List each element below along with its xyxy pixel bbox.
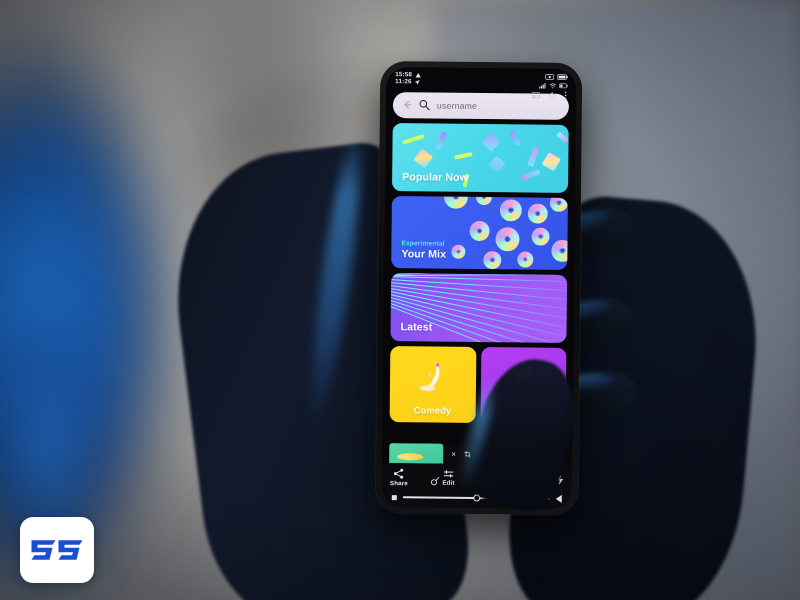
location-arrow-icon xyxy=(415,80,421,86)
card-comedy[interactable]: Comedy xyxy=(389,345,476,423)
search-icon-small xyxy=(431,477,440,486)
warning-triangle-icon xyxy=(415,73,421,79)
status-time-secondary: 11:26 xyxy=(395,78,412,86)
tool-edit[interactable]: Edit xyxy=(430,470,455,487)
overflow-menu-icon[interactable] xyxy=(564,91,567,100)
alarm-icon xyxy=(545,74,555,80)
status-bar: 15:58 11:26 xyxy=(386,67,576,90)
photo-scene: 15:58 11:26 username Popular Now Experim… xyxy=(0,0,800,600)
tool-label: Share xyxy=(389,480,408,488)
editor-thumbnail-green[interactable] xyxy=(389,443,444,464)
banana-illustration-icon xyxy=(419,363,440,391)
status-bar-right xyxy=(538,74,569,89)
signal-bars-icon xyxy=(538,82,546,89)
play-left-triangle-icon[interactable] xyxy=(555,494,562,503)
back-arrow-icon[interactable] xyxy=(403,100,412,109)
tool-label: Edit xyxy=(442,479,455,487)
card-your-mix[interactable]: Experimental Your Mix xyxy=(391,195,568,270)
wifi-icon xyxy=(549,83,556,88)
card-title: Popular Now xyxy=(402,170,469,184)
gs-logo-icon xyxy=(31,540,83,560)
battery-icon-top xyxy=(557,74,568,80)
search-icon xyxy=(419,99,430,111)
card-latest[interactable]: Latest xyxy=(390,272,568,343)
card-popular-now[interactable]: Popular Now xyxy=(392,122,569,193)
battery-icon xyxy=(559,83,568,88)
share-icon xyxy=(394,468,404,479)
card-title: Your Mix xyxy=(401,247,447,261)
edit-tune-icon xyxy=(443,470,454,478)
browser-chrome-icons xyxy=(532,91,567,100)
tool-share[interactable]: Share xyxy=(390,468,408,487)
status-bar-left: 15:58 11:26 xyxy=(395,71,421,86)
search-input[interactable]: username xyxy=(437,100,477,110)
close-icon[interactable]: × xyxy=(451,449,456,458)
star-icon[interactable] xyxy=(547,91,557,100)
cast-icon[interactable] xyxy=(532,91,540,99)
watermark-logo xyxy=(20,517,94,583)
card-title: Latest xyxy=(400,320,433,334)
stop-square-icon[interactable] xyxy=(391,494,397,500)
card-title: Comedy xyxy=(413,403,452,416)
